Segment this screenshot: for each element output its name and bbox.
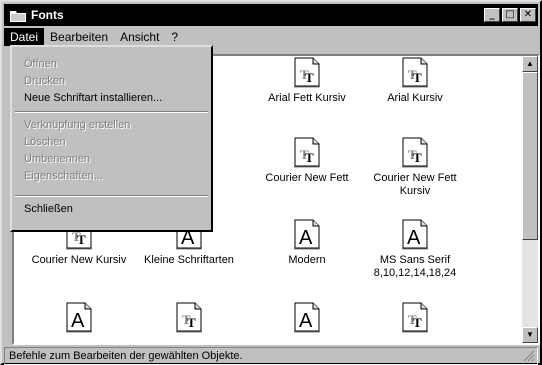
menu-datei[interactable]: Datei [4, 28, 45, 46]
svg-text:T: T [413, 70, 422, 85]
maximize-icon: □ [505, 9, 515, 20]
vertical-scrollbar[interactable]: ▲ ▼ [522, 56, 538, 343]
svg-text:A: A [299, 227, 313, 249]
font-item-label: Arial Kursiv [387, 92, 443, 104]
minimize-icon: _ [489, 9, 495, 20]
window-title: Fonts [31, 8, 64, 22]
datei-menu-dropdown: Öffnen Drucken Neue Schriftart installiere… [10, 45, 213, 232]
font-item-label: MS Sans Serif 8,10,12,14,18,24 [373, 254, 457, 279]
font-item-label: Courier New Fett [265, 172, 349, 184]
font-item[interactable]: T T Courier New Fett [252, 136, 362, 185]
menu-help[interactable]: ? [165, 28, 184, 46]
truetype-font-icon: TT [291, 56, 323, 88]
menu-item: Verknüpfung erstellen [24, 119, 131, 131]
svg-text:T: T [77, 232, 86, 247]
menu-bar: Datei Bearbeiten Ansicht ? [4, 27, 538, 47]
svg-text:T: T [413, 150, 422, 165]
menu-item[interactable]: Neue Schriftart installieren... [24, 90, 162, 106]
scroll-down-icon[interactable]: ▼ [522, 327, 538, 343]
svg-text:A: A [299, 310, 313, 332]
menu-item: Drucken [24, 75, 65, 87]
font-item-label: Courier New Kursiv [31, 254, 127, 266]
status-text: Befehle zum Bearbeiten der gewählten Obj… [9, 350, 243, 362]
font-item[interactable]: T T Courier New Fett Kursiv [360, 136, 470, 198]
font-item[interactable]: T T Arial Kursiv [360, 56, 470, 105]
truetype-font-icon: TT [173, 301, 205, 333]
menu-bearbeiten[interactable]: Bearbeiten [44, 28, 114, 46]
close-button[interactable]: ✕ [520, 8, 536, 22]
font-item-label: Arial Fett Kursiv [268, 92, 346, 104]
scroll-thumb[interactable] [522, 72, 538, 240]
folder-icon [10, 9, 26, 22]
svg-text:T: T [305, 70, 314, 85]
svg-text:T: T [305, 150, 314, 165]
truetype-font-icon: TT [399, 136, 431, 168]
svg-text:T: T [413, 315, 422, 330]
menu-item: Löschen [24, 136, 66, 148]
menu-separator [15, 111, 208, 113]
menu-ansicht[interactable]: Ansicht [114, 28, 165, 46]
raster-font-icon: A [291, 301, 323, 333]
scroll-up-icon[interactable]: ▲ [522, 56, 538, 72]
menu-item: Umbenennen [24, 153, 91, 165]
svg-text:T: T [187, 315, 196, 330]
font-item[interactable]: A Modern [252, 218, 362, 267]
font-item-label: Kleine Schriftarten [144, 254, 234, 266]
svg-text:A: A [71, 310, 85, 332]
font-item[interactable]: TT [134, 301, 244, 337]
font-item-label: Courier New Fett Kursiv [373, 172, 457, 197]
maximize-button[interactable]: □ [502, 8, 518, 22]
font-item[interactable]: A MS Sans Serif 8,10,12,14,18,24 [360, 218, 470, 280]
font-item-label: Modern [288, 254, 326, 266]
font-item[interactable]: T T Arial Fett Kursiv [252, 56, 362, 105]
font-item[interactable]: A [24, 301, 134, 337]
title-bar[interactable]: Fonts _ □ ✕ [4, 4, 538, 26]
menu-separator [15, 195, 208, 197]
close-icon: ✕ [523, 9, 533, 20]
status-bar: Befehle zum Bearbeiten der gewählten Obj… [4, 347, 538, 365]
menu-item: Eigenschaften... [24, 170, 103, 182]
truetype-font-icon: TT [291, 136, 323, 168]
raster-font-icon: A [63, 301, 95, 333]
svg-text:A: A [407, 227, 421, 249]
raster-font-icon: A [291, 218, 323, 250]
font-item[interactable]: TT [360, 301, 470, 337]
resize-grip-icon[interactable] [523, 350, 535, 362]
truetype-font-icon: TT [399, 56, 431, 88]
font-item[interactable]: A [252, 301, 362, 337]
menu-item: Öffnen [24, 58, 57, 70]
truetype-font-icon: TT [399, 301, 431, 333]
menu-item[interactable]: Schließen [24, 201, 73, 217]
raster-font-icon: A [399, 218, 431, 250]
minimize-button[interactable]: _ [484, 8, 500, 22]
